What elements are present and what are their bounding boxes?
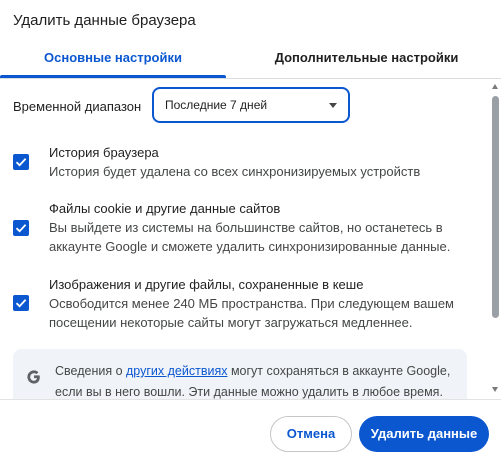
delete-data-button[interactable]: Удалить данные xyxy=(359,416,489,452)
info-text: Сведения о других действиях могут сохран… xyxy=(55,361,460,399)
footer-divider xyxy=(0,399,501,400)
checkbox-cookies[interactable] xyxy=(13,220,29,236)
chevron-down-icon xyxy=(329,103,337,108)
checkbox-browsing-history[interactable] xyxy=(13,154,29,170)
info-box: Сведения о других действиях могут сохран… xyxy=(13,349,467,399)
checkmark-icon xyxy=(15,224,27,233)
tab-basic[interactable]: Основные настройки xyxy=(0,38,226,78)
option-title: История браузера xyxy=(49,145,159,160)
dialog-title: Удалить данные браузера xyxy=(13,12,196,29)
tab-advanced[interactable]: Дополнительные настройки xyxy=(232,38,501,78)
checkbox-cache[interactable] xyxy=(13,295,29,311)
info-prefix: Сведения о xyxy=(55,364,127,378)
time-range-value: Последние 7 дней xyxy=(165,98,268,112)
google-g-icon xyxy=(27,370,40,384)
option-title: Файлы cookie и другие данные сайтов xyxy=(49,201,281,216)
option-title: Изображения и другие файлы, сохраненные … xyxy=(49,277,364,292)
option-description: История будет удалена со всех синхронизи… xyxy=(49,164,421,179)
dialog-content[interactable]: Временной диапазон Последние 7 дней Исто… xyxy=(0,79,490,399)
tab-active-indicator xyxy=(0,75,226,78)
checkmark-icon xyxy=(15,158,27,167)
scroll-thumb[interactable] xyxy=(492,96,499,318)
time-range-select[interactable]: Последние 7 дней xyxy=(152,87,350,123)
scrollbar[interactable] xyxy=(490,79,501,399)
tab-bar: Основные настройки Дополнительные настро… xyxy=(0,38,501,79)
option-description: Освободится менее 240 МБ пространства. П… xyxy=(49,296,454,330)
scroll-down-arrow[interactable] xyxy=(492,387,498,392)
time-range-label: Временной диапазон xyxy=(13,99,142,114)
scroll-up-arrow[interactable] xyxy=(492,84,498,89)
checkmark-icon xyxy=(15,299,27,308)
cancel-button[interactable]: Отмена xyxy=(270,416,352,452)
other-activity-link[interactable]: других действиях xyxy=(126,364,227,378)
option-description: Вы выйдете из системы на большинстве сай… xyxy=(49,220,451,254)
